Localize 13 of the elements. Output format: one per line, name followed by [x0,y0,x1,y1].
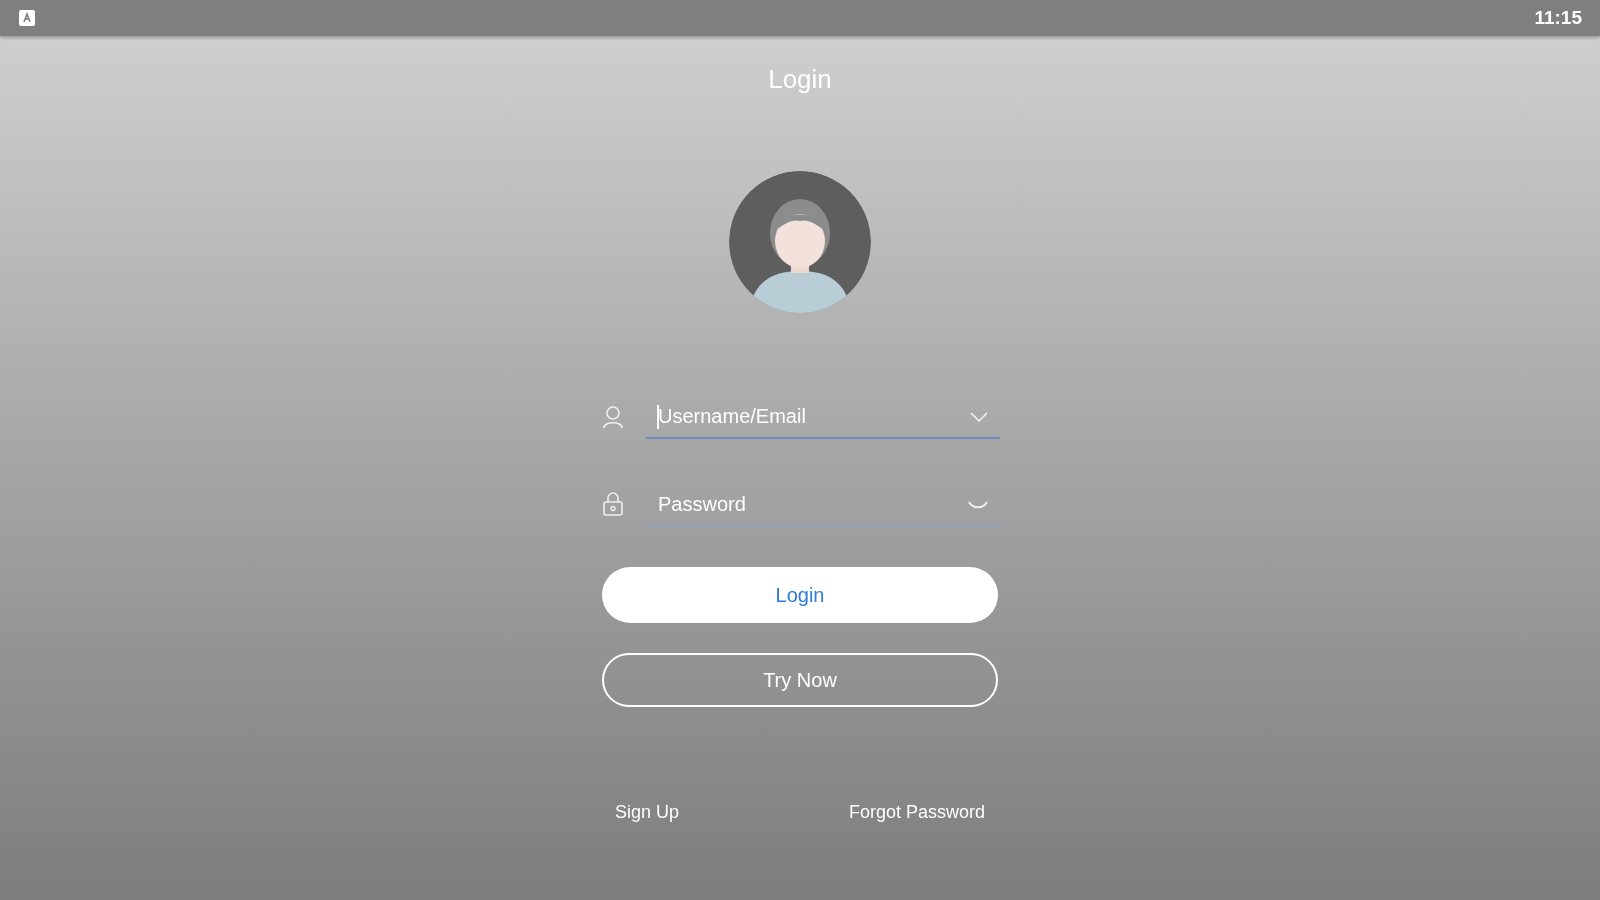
login-button[interactable]: Login [602,567,998,623]
app-notification-icon [18,9,36,27]
clock-time: 11:15 [1534,5,1582,30]
avatar-icon [729,171,871,313]
lock-icon [602,491,624,517]
sign-up-link[interactable]: Sign Up [615,799,680,826]
forgot-password-link[interactable]: Forgot Password [848,799,985,826]
eye-closed-icon[interactable] [968,500,988,510]
password-field[interactable]: Password [646,483,1000,527]
caret-icon[interactable] [970,412,988,422]
user-icon [602,405,624,429]
username-field[interactable]: Username/Email [646,395,1000,439]
try-now-button[interactable]: Try Now [602,653,998,707]
